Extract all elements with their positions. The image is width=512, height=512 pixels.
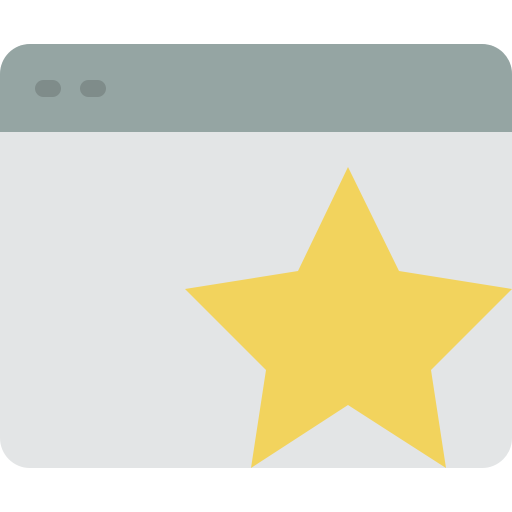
bottom-clip: [0, 468, 512, 512]
star-icon: [0, 167, 512, 512]
browser-window-star-icon: [0, 0, 512, 512]
star-shape: [185, 167, 512, 468]
